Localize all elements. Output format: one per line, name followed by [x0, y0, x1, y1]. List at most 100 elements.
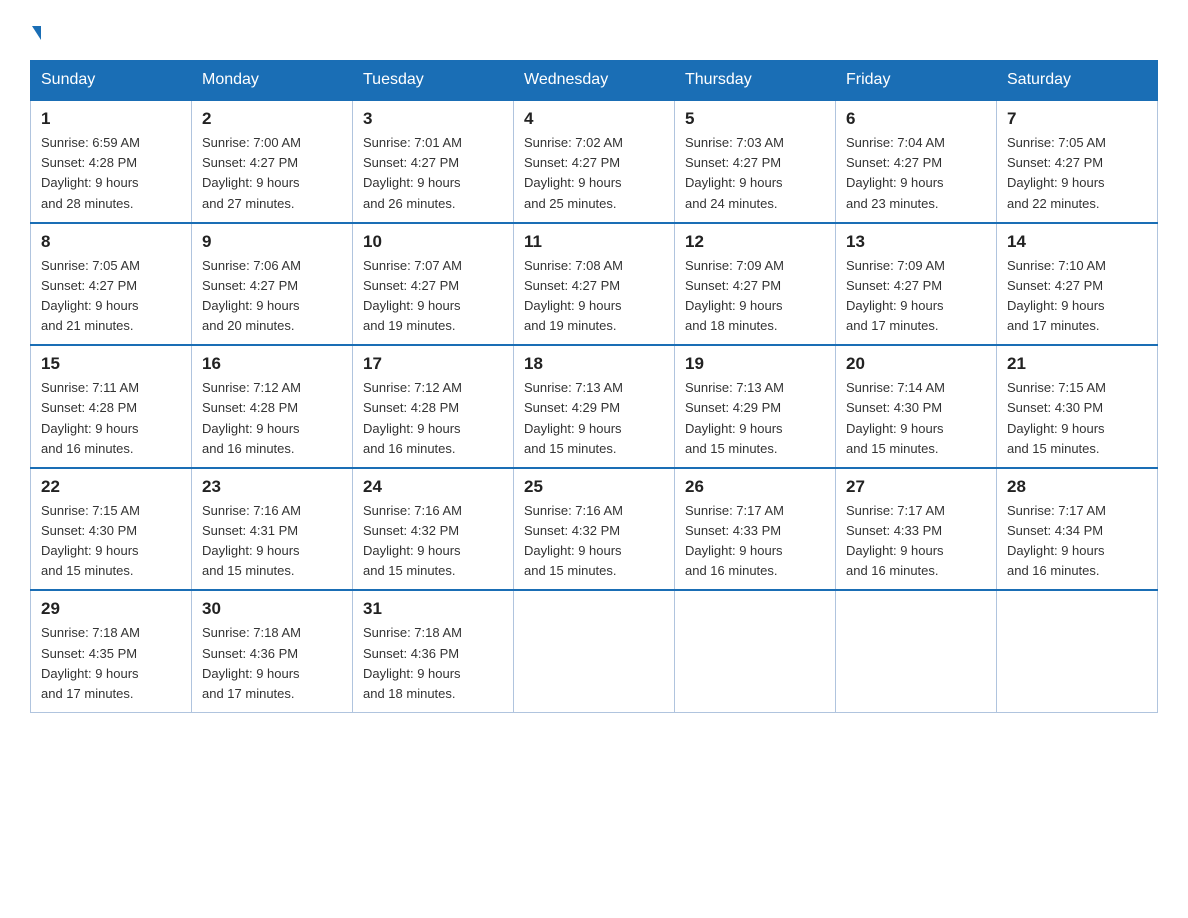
day-number: 21 — [1007, 354, 1147, 374]
day-number: 15 — [41, 354, 181, 374]
calendar-day-cell: 25 Sunrise: 7:16 AMSunset: 4:32 PMDayligh… — [514, 468, 675, 591]
calendar-day-cell: 21 Sunrise: 7:15 AMSunset: 4:30 PMDayligh… — [997, 345, 1158, 468]
day-info: Sunrise: 7:18 AMSunset: 4:36 PMDaylight:… — [363, 623, 503, 704]
day-info: Sunrise: 7:17 AMSunset: 4:34 PMDaylight:… — [1007, 501, 1147, 582]
day-info: Sunrise: 7:08 AMSunset: 4:27 PMDaylight:… — [524, 256, 664, 337]
calendar-day-cell: 2Sunrise: 7:00 AMSunset: 4:27 PMDaylight… — [192, 100, 353, 223]
day-info: Sunrise: 7:14 AMSunset: 4:30 PMDaylight:… — [846, 378, 986, 459]
day-number: 2 — [202, 109, 342, 129]
day-number: 31 — [363, 599, 503, 619]
calendar-day-cell: 3 Sunrise: 7:01 AMSunset: 4:27 PMDaylight… — [353, 100, 514, 223]
calendar-day-cell: 4Sunrise: 7:02 AMSunset: 4:27 PMDaylight… — [514, 100, 675, 223]
day-info: Sunrise: 7:13 AMSunset: 4:29 PMDaylight:… — [524, 378, 664, 459]
day-number: 6 — [846, 109, 986, 129]
day-info: Sunrise: 7:15 AMSunset: 4:30 PMDaylight:… — [41, 501, 181, 582]
day-info: Sunrise: 7:15 AMSunset: 4:30 PMDaylight:… — [1007, 378, 1147, 459]
day-number: 17 — [363, 354, 503, 374]
day-info: Sunrise: 7:02 AMSunset: 4:27 PMDaylight:… — [524, 133, 664, 214]
calendar-day-cell: 22 Sunrise: 7:15 AMSunset: 4:30 PMDayligh… — [31, 468, 192, 591]
logo — [30, 20, 41, 44]
calendar-day-cell: 20Sunrise: 7:14 AMSunset: 4:30 PMDayligh… — [836, 345, 997, 468]
calendar-day-cell: 18 Sunrise: 7:13 AMSunset: 4:29 PMDayligh… — [514, 345, 675, 468]
calendar-day-cell: 16 Sunrise: 7:12 AMSunset: 4:28 PMDayligh… — [192, 345, 353, 468]
calendar-day-cell — [997, 590, 1158, 712]
day-number: 9 — [202, 232, 342, 252]
calendar-week-row: 15Sunrise: 7:11 AMSunset: 4:28 PMDayligh… — [31, 345, 1158, 468]
calendar-day-cell: 17 Sunrise: 7:12 AMSunset: 4:28 PMDayligh… — [353, 345, 514, 468]
day-number: 27 — [846, 477, 986, 497]
calendar-week-row: 22 Sunrise: 7:15 AMSunset: 4:30 PMDayligh… — [31, 468, 1158, 591]
logo-line1 — [30, 20, 41, 44]
calendar-day-cell: 23 Sunrise: 7:16 AMSunset: 4:31 PMDayligh… — [192, 468, 353, 591]
day-info: Sunrise: 7:16 AMSunset: 4:31 PMDaylight:… — [202, 501, 342, 582]
day-number: 29 — [41, 599, 181, 619]
day-number: 5 — [685, 109, 825, 129]
calendar-day-cell: 11Sunrise: 7:08 AMSunset: 4:27 PMDayligh… — [514, 223, 675, 346]
day-info: Sunrise: 7:18 AMSunset: 4:35 PMDaylight:… — [41, 623, 181, 704]
day-number: 7 — [1007, 109, 1147, 129]
day-info: Sunrise: 7:18 AMSunset: 4:36 PMDaylight:… — [202, 623, 342, 704]
day-info: Sunrise: 7:01 AMSunset: 4:27 PMDaylight:… — [363, 133, 503, 214]
day-number: 22 — [41, 477, 181, 497]
calendar-day-cell: 27 Sunrise: 7:17 AMSunset: 4:33 PMDayligh… — [836, 468, 997, 591]
day-number: 12 — [685, 232, 825, 252]
calendar-day-cell: 26 Sunrise: 7:17 AMSunset: 4:33 PMDayligh… — [675, 468, 836, 591]
day-info: Sunrise: 7:10 AMSunset: 4:27 PMDaylight:… — [1007, 256, 1147, 337]
calendar-day-header: Saturday — [997, 61, 1158, 101]
calendar-day-cell: 14 Sunrise: 7:10 AMSunset: 4:27 PMDayligh… — [997, 223, 1158, 346]
day-info: Sunrise: 7:05 AMSunset: 4:27 PMDaylight:… — [41, 256, 181, 337]
day-number: 18 — [524, 354, 664, 374]
calendar-day-cell: 8 Sunrise: 7:05 AMSunset: 4:27 PMDaylight… — [31, 223, 192, 346]
day-info: Sunrise: 7:17 AMSunset: 4:33 PMDaylight:… — [685, 501, 825, 582]
calendar-day-cell: 6 Sunrise: 7:04 AMSunset: 4:27 PMDaylight… — [836, 100, 997, 223]
calendar-day-cell: 13Sunrise: 7:09 AMSunset: 4:27 PMDayligh… — [836, 223, 997, 346]
day-info: Sunrise: 7:06 AMSunset: 4:27 PMDaylight:… — [202, 256, 342, 337]
day-number: 26 — [685, 477, 825, 497]
calendar-day-cell: 1 Sunrise: 6:59 AMSunset: 4:28 PMDaylight… — [31, 100, 192, 223]
day-number: 19 — [685, 354, 825, 374]
page-header — [30, 20, 1158, 44]
day-number: 3 — [363, 109, 503, 129]
calendar-day-cell: 10 Sunrise: 7:07 AMSunset: 4:27 PMDayligh… — [353, 223, 514, 346]
day-info: Sunrise: 6:59 AMSunset: 4:28 PMDaylight:… — [41, 133, 181, 214]
day-info: Sunrise: 7:17 AMSunset: 4:33 PMDaylight:… — [846, 501, 986, 582]
calendar-day-cell — [675, 590, 836, 712]
calendar-day-cell — [836, 590, 997, 712]
day-number: 24 — [363, 477, 503, 497]
day-info: Sunrise: 7:04 AMSunset: 4:27 PMDaylight:… — [846, 133, 986, 214]
calendar-table: SundayMondayTuesdayWednesdayThursdayFrid… — [30, 60, 1158, 713]
calendar-day-cell: 24 Sunrise: 7:16 AMSunset: 4:32 PMDayligh… — [353, 468, 514, 591]
day-number: 1 — [41, 109, 181, 129]
calendar-day-header: Wednesday — [514, 61, 675, 101]
calendar-day-cell: 15Sunrise: 7:11 AMSunset: 4:28 PMDayligh… — [31, 345, 192, 468]
day-info: Sunrise: 7:05 AMSunset: 4:27 PMDaylight:… — [1007, 133, 1147, 214]
day-number: 25 — [524, 477, 664, 497]
calendar-week-row: 29 Sunrise: 7:18 AMSunset: 4:35 PMDayligh… — [31, 590, 1158, 712]
day-info: Sunrise: 7:07 AMSunset: 4:27 PMDaylight:… — [363, 256, 503, 337]
calendar-day-cell: 30 Sunrise: 7:18 AMSunset: 4:36 PMDayligh… — [192, 590, 353, 712]
calendar-day-header: Tuesday — [353, 61, 514, 101]
calendar-day-cell: 19Sunrise: 7:13 AMSunset: 4:29 PMDayligh… — [675, 345, 836, 468]
logo-triangle-icon — [32, 26, 41, 40]
day-info: Sunrise: 7:12 AMSunset: 4:28 PMDaylight:… — [202, 378, 342, 459]
calendar-day-cell: 5Sunrise: 7:03 AMSunset: 4:27 PMDaylight… — [675, 100, 836, 223]
day-number: 8 — [41, 232, 181, 252]
day-info: Sunrise: 7:09 AMSunset: 4:27 PMDaylight:… — [685, 256, 825, 337]
day-number: 16 — [202, 354, 342, 374]
day-number: 30 — [202, 599, 342, 619]
calendar-header-row: SundayMondayTuesdayWednesdayThursdayFrid… — [31, 61, 1158, 101]
day-number: 13 — [846, 232, 986, 252]
calendar-day-cell: 12 Sunrise: 7:09 AMSunset: 4:27 PMDayligh… — [675, 223, 836, 346]
calendar-day-header: Sunday — [31, 61, 192, 101]
calendar-day-cell: 28Sunrise: 7:17 AMSunset: 4:34 PMDayligh… — [997, 468, 1158, 591]
calendar-day-header: Thursday — [675, 61, 836, 101]
day-info: Sunrise: 7:12 AMSunset: 4:28 PMDaylight:… — [363, 378, 503, 459]
calendar-week-row: 1 Sunrise: 6:59 AMSunset: 4:28 PMDaylight… — [31, 100, 1158, 223]
calendar-day-cell: 7 Sunrise: 7:05 AMSunset: 4:27 PMDaylight… — [997, 100, 1158, 223]
day-info: Sunrise: 7:16 AMSunset: 4:32 PMDaylight:… — [363, 501, 503, 582]
calendar-week-row: 8 Sunrise: 7:05 AMSunset: 4:27 PMDaylight… — [31, 223, 1158, 346]
day-number: 23 — [202, 477, 342, 497]
day-number: 10 — [363, 232, 503, 252]
day-number: 14 — [1007, 232, 1147, 252]
day-info: Sunrise: 7:16 AMSunset: 4:32 PMDaylight:… — [524, 501, 664, 582]
